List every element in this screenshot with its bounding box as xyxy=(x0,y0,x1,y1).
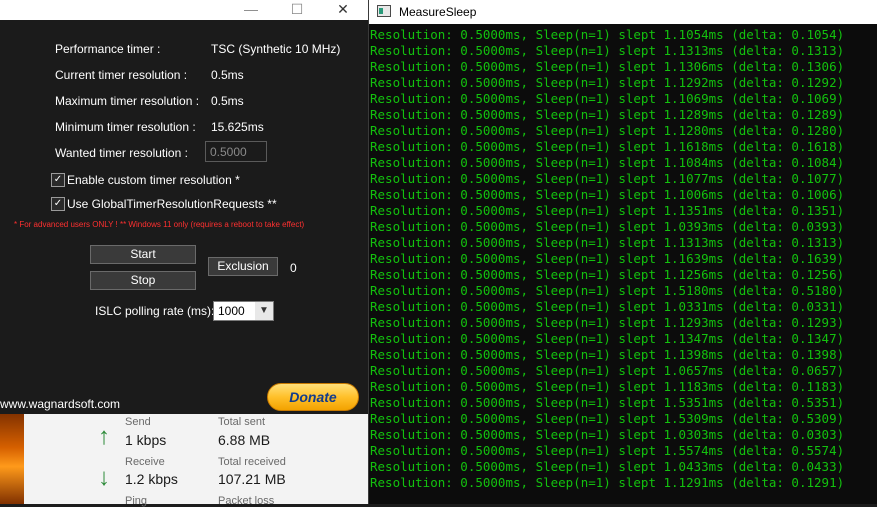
console-line: Resolution: 0.5000ms, Sleep(n=1) slept 1… xyxy=(370,203,845,218)
current-res-value: 0.5ms xyxy=(211,68,244,82)
console-line: Resolution: 0.5000ms, Sleep(n=1) slept 1… xyxy=(370,107,845,122)
console-line: Resolution: 0.5000ms, Sleep(n=1) slept 1… xyxy=(370,219,845,234)
console-title: MeasureSleep xyxy=(399,5,477,19)
ping-label: Ping xyxy=(125,495,148,507)
receive-label: Receive xyxy=(125,456,165,468)
donate-button[interactable]: Donate xyxy=(267,383,359,411)
close-icon[interactable]: ✕ xyxy=(320,0,366,20)
perf-timer-value: TSC (Synthetic 10 MHz) xyxy=(211,42,341,56)
console-line: Resolution: 0.5000ms, Sleep(n=1) slept 1… xyxy=(370,475,845,490)
wanted-res-label: Wanted timer resolution : xyxy=(55,146,188,160)
islc-window: — ☐ ✕ Performance timer : TSC (Synthetic… xyxy=(0,0,368,414)
download-arrow-icon: ↓ xyxy=(98,464,110,491)
console-line: Resolution: 0.5000ms, Sleep(n=1) slept 1… xyxy=(370,43,845,58)
console-line: Resolution: 0.5000ms, Sleep(n=1) slept 1… xyxy=(370,363,845,378)
max-res-label: Maximum timer resolution : xyxy=(55,94,200,108)
console-line: Resolution: 0.5000ms, Sleep(n=1) slept 1… xyxy=(370,347,845,362)
console-app-icon xyxy=(377,5,391,17)
network-widget: ↑ Send 1 kbps Total sent 6.88 MB ↓ Recei… xyxy=(0,410,368,507)
warning-text: * For advanced users ONLY ! ** Windows 1… xyxy=(14,220,305,229)
enable-custom-label: Enable custom timer resolution * xyxy=(67,173,240,187)
console-line: Resolution: 0.5000ms, Sleep(n=1) slept 1… xyxy=(370,27,845,42)
enable-custom-checkbox[interactable]: ✓ xyxy=(51,173,65,187)
console-line: Resolution: 0.5000ms, Sleep(n=1) slept 1… xyxy=(370,235,845,250)
exclusion-button[interactable]: Exclusion xyxy=(208,257,278,276)
min-res-value: 15.625ms xyxy=(211,120,264,134)
current-res-label: Current timer resolution : xyxy=(55,68,188,82)
total-received-value: 107.21 MB xyxy=(218,471,286,487)
minimize-icon[interactable]: — xyxy=(228,0,274,20)
polling-rate-select[interactable]: 1000 ▼ xyxy=(213,301,274,321)
max-res-value: 0.5ms xyxy=(211,94,244,108)
total-sent-label: Total sent xyxy=(218,416,266,428)
console-line: Resolution: 0.5000ms, Sleep(n=1) slept 1… xyxy=(370,283,845,298)
send-value: 1 kbps xyxy=(125,432,167,448)
console-line: Resolution: 0.5000ms, Sleep(n=1) slept 1… xyxy=(370,251,845,266)
polling-label: ISLC polling rate (ms): xyxy=(95,304,215,318)
console-line: Resolution: 0.5000ms, Sleep(n=1) slept 1… xyxy=(370,155,845,170)
console-line: Resolution: 0.5000ms, Sleep(n=1) slept 1… xyxy=(370,443,845,458)
upload-arrow-icon: ↑ xyxy=(98,423,110,450)
console-line: Resolution: 0.5000ms, Sleep(n=1) slept 1… xyxy=(370,171,845,186)
chevron-down-icon[interactable]: ▼ xyxy=(255,302,273,320)
console-output: Resolution: 0.5000ms, Sleep(n=1) slept 1… xyxy=(369,27,877,491)
start-button[interactable]: Start xyxy=(90,245,196,264)
stop-button[interactable]: Stop xyxy=(90,271,196,290)
min-res-label: Minimum timer resolution : xyxy=(55,120,196,134)
console-line: Resolution: 0.5000ms, Sleep(n=1) slept 1… xyxy=(370,267,845,282)
exclusion-count: 0 xyxy=(290,261,297,275)
console-line: Resolution: 0.5000ms, Sleep(n=1) slept 1… xyxy=(370,411,845,426)
console-line: Resolution: 0.5000ms, Sleep(n=1) slept 1… xyxy=(370,331,845,346)
islc-titlebar: — ☐ ✕ xyxy=(0,0,368,20)
console-line: Resolution: 0.5000ms, Sleep(n=1) slept 1… xyxy=(370,379,845,394)
website-link[interactable]: www.wagnardsoft.com xyxy=(0,397,120,411)
console-line: Resolution: 0.5000ms, Sleep(n=1) slept 1… xyxy=(370,427,845,442)
wallpaper-strip xyxy=(0,410,24,504)
maximize-icon[interactable]: ☐ xyxy=(274,0,320,20)
polling-rate-value: 1000 xyxy=(218,304,245,318)
perf-timer-label: Performance timer : xyxy=(55,42,161,56)
console-line: Resolution: 0.5000ms, Sleep(n=1) slept 1… xyxy=(370,459,845,474)
receive-value: 1.2 kbps xyxy=(125,471,178,487)
console-line: Resolution: 0.5000ms, Sleep(n=1) slept 1… xyxy=(370,123,845,138)
console-line: Resolution: 0.5000ms, Sleep(n=1) slept 1… xyxy=(370,315,845,330)
console-line: Resolution: 0.5000ms, Sleep(n=1) slept 1… xyxy=(370,139,845,154)
total-sent-value: 6.88 MB xyxy=(218,432,271,448)
wanted-res-input[interactable]: 0.5000 xyxy=(205,141,267,162)
console-titlebar: MeasureSleep xyxy=(369,0,877,24)
send-label: Send xyxy=(125,416,151,428)
global-requests-label: Use GlobalTimerResolutionRequests ** xyxy=(67,197,277,211)
console-line: Resolution: 0.5000ms, Sleep(n=1) slept 1… xyxy=(370,91,845,106)
measuresleep-console: MeasureSleep Resolution: 0.5000ms, Sleep… xyxy=(368,0,877,504)
global-requests-checkbox[interactable]: ✓ xyxy=(51,197,65,211)
console-line: Resolution: 0.5000ms, Sleep(n=1) slept 1… xyxy=(370,187,845,202)
console-line: Resolution: 0.5000ms, Sleep(n=1) slept 1… xyxy=(370,75,845,90)
console-line: Resolution: 0.5000ms, Sleep(n=1) slept 1… xyxy=(370,59,845,74)
packet-loss-label: Packet loss xyxy=(218,495,275,507)
console-line: Resolution: 0.5000ms, Sleep(n=1) slept 1… xyxy=(370,299,845,314)
total-received-label: Total received xyxy=(218,456,286,468)
console-line: Resolution: 0.5000ms, Sleep(n=1) slept 1… xyxy=(370,395,845,410)
